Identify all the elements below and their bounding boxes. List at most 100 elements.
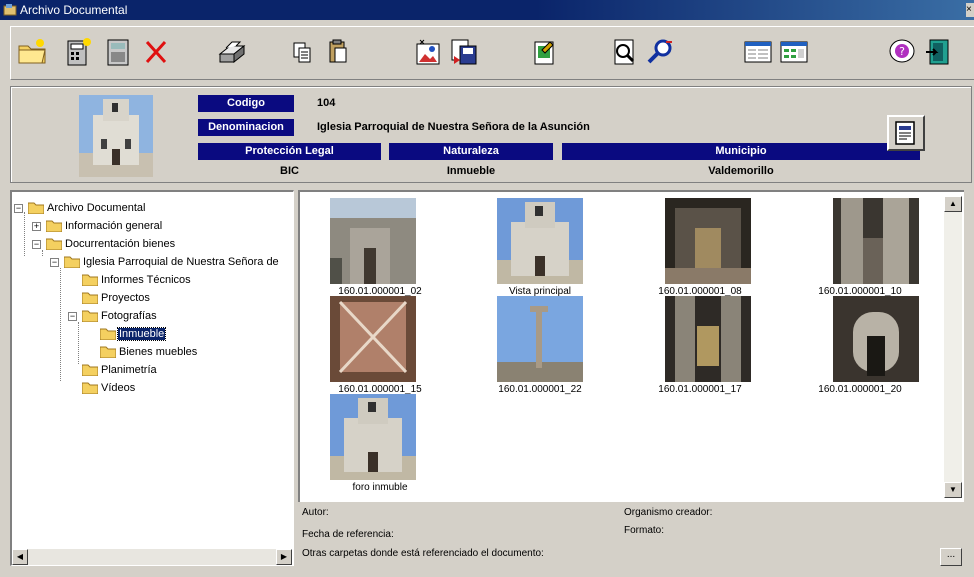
- municipio-label: Municipio: [562, 143, 920, 160]
- tree-node-informacion-general[interactable]: + Información general: [32, 218, 163, 234]
- municipio-value: Valdemorillo: [708, 165, 774, 177]
- scroll-down-button[interactable]: ▼: [944, 482, 962, 498]
- photo-thumbnail: [497, 198, 583, 284]
- toolbar: ?: [10, 26, 974, 80]
- edit-document-button[interactable]: [527, 35, 561, 69]
- calculator-button[interactable]: [101, 35, 135, 69]
- collapse-toggle[interactable]: −: [32, 239, 41, 249]
- new-folder-button[interactable]: [15, 35, 49, 69]
- photo-thumbnail: [833, 198, 919, 284]
- tree-node-videos[interactable]: Vídeos: [82, 380, 136, 396]
- formato-label: Formato:: [624, 525, 665, 536]
- app-icon: [3, 4, 17, 16]
- help-button[interactable]: ?: [885, 35, 919, 69]
- tree-node-label: Bienes muebles: [119, 346, 198, 358]
- photo-thumbnail: [330, 394, 416, 480]
- folder-icon: [82, 274, 98, 286]
- photo-thumbnail: [833, 296, 919, 382]
- scroll-up-button[interactable]: ▲: [944, 196, 962, 212]
- new-document-button[interactable]: [61, 35, 95, 69]
- tree-connector: [24, 212, 25, 256]
- grid-view-button[interactable]: [777, 35, 811, 69]
- folder-icon: [100, 346, 116, 358]
- form-view-button[interactable]: [741, 35, 775, 69]
- folder-open-icon: [46, 238, 62, 250]
- exit-button[interactable]: [921, 35, 955, 69]
- folder-icon: [82, 382, 98, 394]
- photo-caption: foro inmuble: [352, 482, 408, 493]
- tree-node-inmueble[interactable]: Inmueble: [100, 326, 167, 342]
- gallery-vertical-scrollbar[interactable]: ▲ ▼: [944, 196, 962, 498]
- expand-toggle[interactable]: +: [32, 221, 41, 231]
- tree-node-label: Información general: [65, 220, 163, 232]
- tree-node-proyectos[interactable]: Proyectos: [82, 290, 151, 306]
- photo-caption: 160.01.000001_17: [658, 384, 742, 395]
- tree-node-informes-tecnicos[interactable]: Informes Técnicos: [82, 272, 192, 288]
- paste-button[interactable]: [321, 35, 355, 69]
- tree-node-label: Inmueble: [116, 327, 167, 341]
- search-icon: [647, 39, 672, 64]
- church-photo-thumbnail[interactable]: [79, 95, 153, 177]
- collapse-toggle[interactable]: −: [50, 257, 59, 267]
- proteccion-label: Protección Legal: [198, 143, 381, 160]
- close-button[interactable]: ×: [966, 3, 974, 17]
- title-bar: Archivo Documental ×: [0, 0, 974, 20]
- form-view-icon: [744, 41, 772, 63]
- view-document-icon: [614, 39, 635, 65]
- autor-label: Autor:: [302, 507, 329, 518]
- codigo-value: 104: [317, 97, 336, 109]
- copy-button[interactable]: [285, 35, 319, 69]
- search-button[interactable]: [643, 35, 677, 69]
- collapse-toggle[interactable]: −: [68, 311, 77, 321]
- save-button[interactable]: [447, 35, 481, 69]
- tree-node-documentacion-bienes[interactable]: − Docurrentación bienes: [32, 236, 176, 252]
- new-folder-icon: [18, 39, 46, 64]
- tree-node-iglesia[interactable]: − Iglesia Parroquial de Nuestra Señora d…: [50, 254, 280, 270]
- tree-node-planimetria[interactable]: Planimetría: [82, 362, 158, 378]
- folder-icon: [82, 364, 98, 376]
- edit-document-icon: [534, 41, 554, 65]
- scroll-left-button[interactable]: ◀: [12, 549, 28, 565]
- delete-icon: [145, 40, 167, 64]
- folder-icon: [100, 328, 116, 340]
- tree-node-label: Docurrentación bienes: [65, 238, 176, 250]
- photo-thumbnail: [330, 296, 416, 382]
- denominacion-label: Denominacion: [198, 119, 294, 136]
- delete-button[interactable]: [139, 35, 173, 69]
- photo-thumbnail: [497, 296, 583, 382]
- calculator-icon: [107, 39, 129, 66]
- tree-horizontal-scrollbar[interactable]: ◀ ▶: [12, 549, 292, 565]
- folder-icon: [46, 220, 62, 232]
- naturaleza-label: Naturaleza: [389, 143, 553, 160]
- open-record-button[interactable]: [887, 115, 925, 151]
- photo-thumbnail: [665, 198, 751, 284]
- save-icon: [451, 39, 477, 65]
- window-title: Archivo Documental: [20, 3, 128, 17]
- folder-tree: − Archivo Documental + Información gener…: [10, 190, 294, 566]
- print-button[interactable]: [215, 35, 249, 69]
- more-folders-button[interactable]: ...: [940, 548, 962, 566]
- tree-node-label: Iglesia Parroquial de Nuestra Señora de: [83, 256, 279, 268]
- image-edit-icon: [416, 39, 440, 65]
- view-document-button[interactable]: [607, 35, 641, 69]
- codigo-label: Codigo: [198, 95, 294, 112]
- tree-node-fotografias[interactable]: − Fotografías: [68, 308, 158, 324]
- naturaleza-value: Inmueble: [446, 165, 496, 177]
- record-header: Codigo 104 Denominacion Iglesia Parroqui…: [10, 86, 972, 183]
- document-metadata: Autor: Organismo creador: Fecha de refer…: [298, 502, 966, 568]
- collapse-toggle[interactable]: −: [14, 203, 23, 213]
- folder-icon: [82, 292, 98, 304]
- tree-node-bienes-muebles[interactable]: Bienes muebles: [100, 344, 198, 360]
- tree-node-archivo-documental[interactable]: − Archivo Documental: [14, 200, 146, 216]
- new-document-icon: [67, 38, 91, 66]
- photo-gallery: 160.01.000001_02 Vista principal 160.01.…: [298, 190, 964, 502]
- image-edit-button[interactable]: [411, 35, 445, 69]
- document-icon: [895, 121, 915, 145]
- tree-node-label: Vídeos: [101, 382, 136, 394]
- proteccion-value: BIC: [280, 165, 299, 177]
- scroll-right-button[interactable]: ▶: [276, 549, 292, 565]
- paste-icon: [329, 39, 347, 63]
- folder-open-icon: [28, 202, 44, 214]
- tree-node-label: Fotografías: [101, 310, 157, 322]
- fecha-label: Fecha de referencia:: [302, 529, 394, 540]
